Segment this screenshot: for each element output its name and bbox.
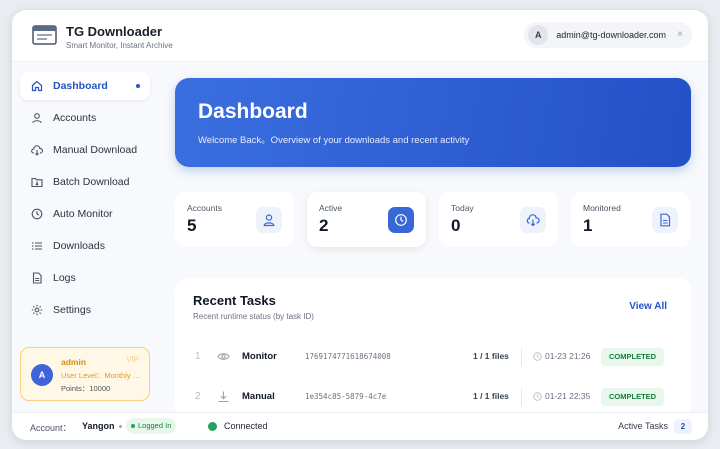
sidebar-item-label: Dashboard [53,80,108,92]
cloud-download-icon [31,145,43,156]
sidebar-item-manual-download[interactable]: Manual Download [20,136,150,164]
app-window: TG Downloader Smart Monitor, Instant Arc… [12,10,708,440]
task-time: 01-23 21:26 [533,351,590,361]
sidebar-item-accounts[interactable]: Accounts [20,104,150,132]
app-logo-icon [32,25,57,45]
sidebar-item-label: Auto Monitor [53,208,113,220]
sidebar-item-dashboard[interactable]: Dashboard [20,72,150,100]
download-icon [520,207,546,233]
home-icon [31,80,43,92]
stat-value: 1 [583,216,593,235]
recent-tasks-panel: Recent Tasks Recent runtime status (by t… [175,278,691,418]
task-row[interactable]: 2 Manual 1e354c85-5879-4c7e 1 / 1 files … [191,384,677,410]
sidebar-item-settings[interactable]: Settings [20,296,150,324]
task-id: 1e354c85-5879-4c7e [305,392,387,401]
document-icon [652,207,678,233]
separator-dot [119,425,122,428]
sidebar-item-label: Batch Download [53,176,130,188]
stat-label: Today [451,203,474,213]
sidebar-item-label: Downloads [53,240,105,252]
sidebar-item-label: Logs [53,272,76,284]
file-icon [32,272,42,284]
sidebar-item-label: Manual Download [53,144,138,156]
stat-card-accounts[interactable]: Accounts 5 [175,192,294,247]
clock-icon [533,352,542,361]
header: TG Downloader Smart Monitor, Instant Arc… [12,10,708,62]
status-bar: Account： Yangon Logged In Connected Acti… [12,412,708,440]
active-tasks-count[interactable]: 2 [674,419,692,434]
account-label: Account： [30,423,72,433]
clock-icon [388,207,414,233]
app-subtitle: Smart Monitor, Instant Archive [66,41,173,50]
section-subtitle: Recent runtime status (by task ID) [193,312,314,321]
list-icon [32,242,42,250]
user-level: User Level：Monthly VIP [61,371,143,380]
dashboard-banner: Dashboard Welcome Back。Overview of your … [175,78,691,167]
eye-icon [217,353,230,360]
user-points: Points：10000 [61,384,111,393]
task-time: 01-21 22:35 [533,391,590,401]
close-icon[interactable]: × [677,22,683,48]
app-title: TG Downloader [66,24,163,39]
stat-value: 5 [187,216,197,235]
task-index: 1 [195,351,201,362]
user-menu[interactable]: A admin@tg-downloader.com × [524,22,692,48]
avatar: A [528,25,549,45]
sidebar-item-logs[interactable]: Logs [20,264,150,292]
task-type: Manual [242,391,275,402]
task-index: 2 [195,391,201,402]
clock-icon [31,208,43,220]
stat-card-active[interactable]: Active 2 [307,192,426,247]
user-email: admin@tg-downloader.com [556,30,666,40]
active-tasks-label: Active Tasks [618,421,668,431]
vip-watermark: VIP [126,355,139,364]
status-badge: COMPLETED [601,348,665,366]
clock-icon [533,392,542,401]
stat-label: Monitored [583,203,621,213]
download-icon [218,391,229,403]
page-subtitle: Welcome Back。Overview of your downloads … [198,135,470,146]
avatar: A [31,364,53,386]
user-name: admin [61,357,87,367]
status-badge: COMPLETED [601,388,665,406]
stat-label: Accounts [187,203,222,213]
user-card[interactable]: A admin User Level：Monthly VIP Points：10… [20,347,150,401]
section-title: Recent Tasks [193,293,276,308]
connection-status: Connected [208,421,268,431]
stat-label: Active [319,203,343,213]
sidebar-item-label: Accounts [53,112,97,124]
stat-card-today[interactable]: Today 0 [439,192,558,247]
gear-icon [31,304,43,316]
sidebar-item-downloads[interactable]: Downloads [20,232,150,260]
user-icon [256,207,282,233]
page-title: Dashboard [198,100,308,123]
task-row[interactable]: 1 Monitor 1769174771618674008 1 / 1 file… [191,344,677,370]
task-files: 1 / 1 files [473,351,509,361]
active-indicator [136,84,140,88]
sidebar-item-batch-download[interactable]: Batch Download [20,168,150,196]
account-name[interactable]: Yangon [82,421,115,431]
sidebar-item-auto-monitor[interactable]: Auto Monitor [20,200,150,228]
task-time-text: 01-23 21:26 [545,351,591,361]
logged-in-badge: Logged In [126,418,177,434]
sidebar-item-label: Settings [53,304,91,316]
stat-value: 2 [319,216,329,235]
stat-card-monitored[interactable]: Monitored 1 [571,192,690,247]
view-all-link[interactable]: View All [629,301,667,312]
task-id: 1769174771618674008 [305,352,391,361]
divider [521,348,522,366]
divider [521,388,522,406]
user-icon [32,113,42,124]
task-time-text: 01-21 22:35 [545,391,591,401]
task-files: 1 / 1 files [473,391,509,401]
folder-download-icon [31,177,43,188]
task-type: Monitor [242,351,277,362]
stat-value: 0 [451,216,461,235]
